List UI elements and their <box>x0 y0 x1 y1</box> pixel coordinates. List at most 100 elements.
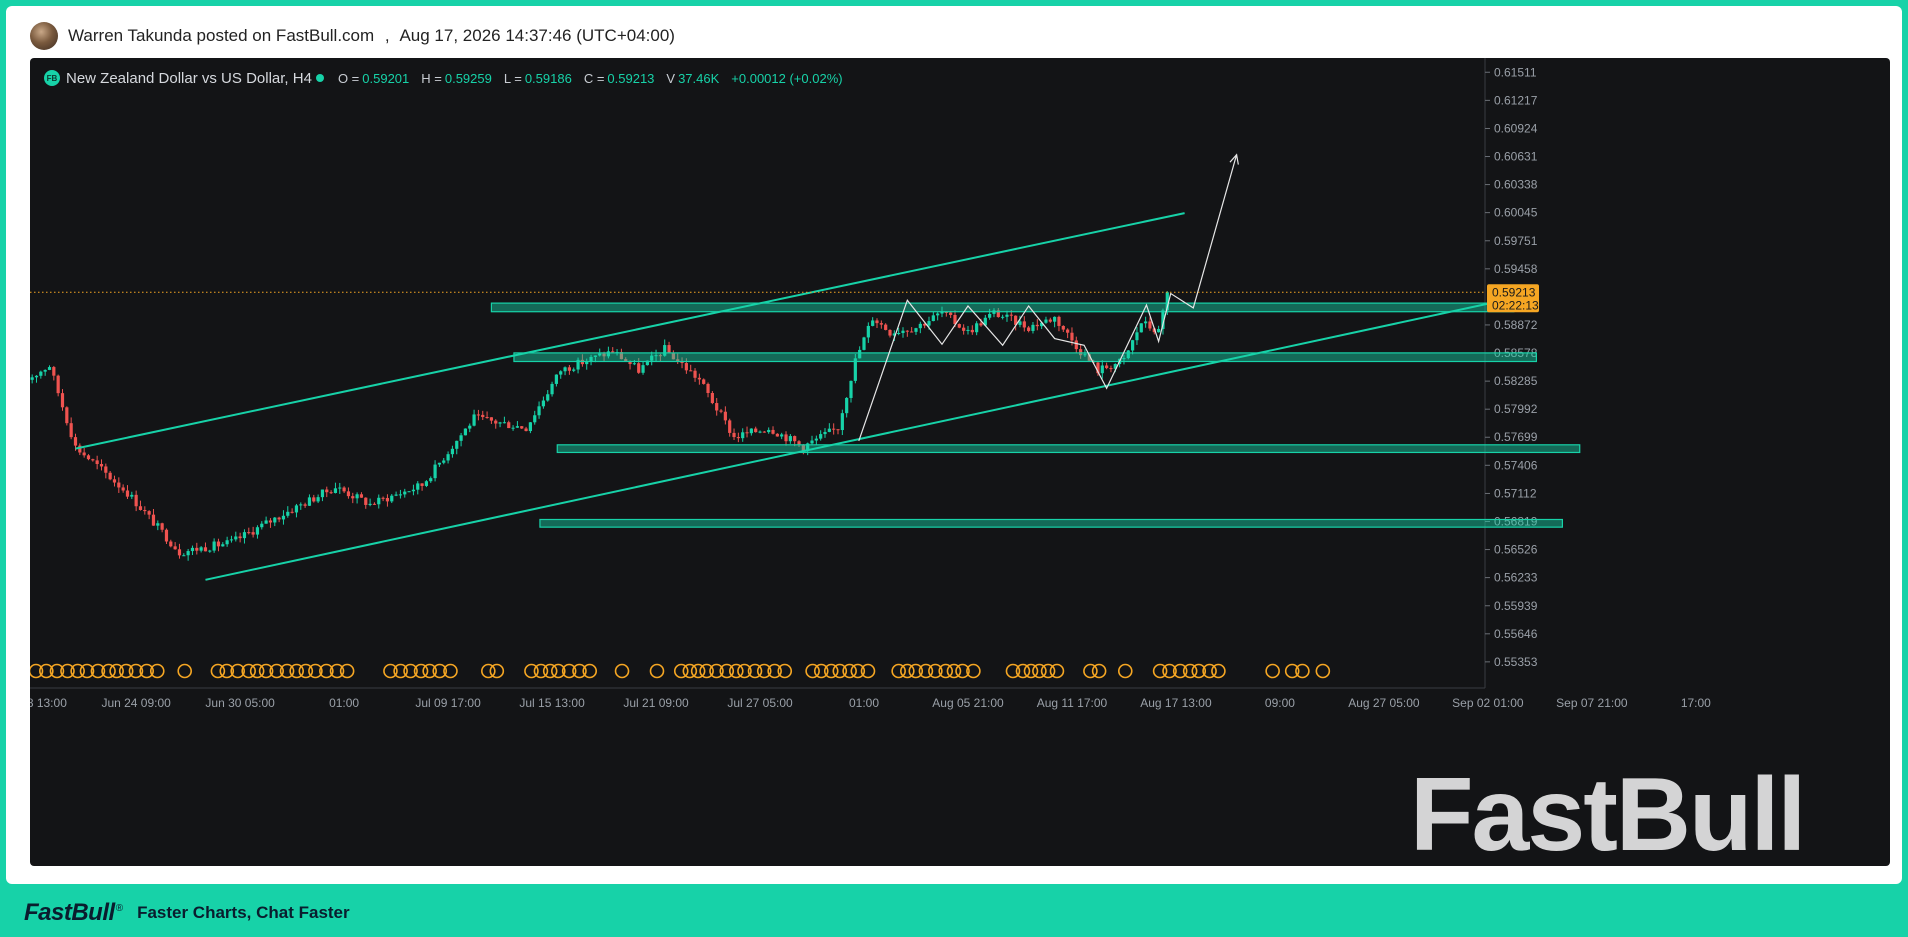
candle-body <box>411 489 416 492</box>
candle-body <box>463 428 468 436</box>
candle-body <box>927 321 931 326</box>
candle-body <box>1131 340 1135 351</box>
event-marker-icon <box>649 663 665 679</box>
candle-body <box>736 437 740 439</box>
candle-body <box>827 428 831 432</box>
candle-body <box>1022 321 1026 328</box>
candle-body <box>433 464 437 479</box>
candle-body <box>767 429 771 433</box>
author-avatar[interactable] <box>30 22 58 50</box>
candle-body <box>1048 319 1052 322</box>
fastbull-badge-icon: FB <box>44 70 60 86</box>
candle-body <box>169 541 173 547</box>
candle-body <box>823 431 827 435</box>
event-marker-icon <box>1265 663 1280 679</box>
candle-body <box>901 330 905 334</box>
candle-body <box>611 351 615 353</box>
candle-body <box>121 487 125 491</box>
candle-body <box>884 324 888 330</box>
candle-body <box>203 547 208 552</box>
candle-body <box>312 497 316 502</box>
footer-brand-logo[interactable]: FastBull <box>24 899 115 927</box>
candle-body <box>918 323 922 329</box>
post-timestamp: Aug 17, 2026 14:37:46 (UTC+04:00) <box>399 26 675 45</box>
candle-body <box>190 547 195 552</box>
candle-body <box>398 494 403 496</box>
posted-on-text: posted on FastBull.com <box>196 26 375 45</box>
candle-body <box>43 369 47 372</box>
price-tick-label: 0.57699 <box>1494 430 1538 444</box>
candle-body <box>442 460 446 463</box>
candle-body <box>377 497 381 505</box>
candle-body <box>277 517 281 520</box>
price-tick-label: 0.57992 <box>1494 402 1538 416</box>
candle-body <box>1144 321 1148 324</box>
candle-body <box>550 383 554 395</box>
event-marker-icon <box>1315 663 1331 679</box>
event-marker-icon <box>177 663 193 679</box>
candle-body <box>988 313 992 318</box>
candle-body <box>567 367 571 371</box>
instrument-name[interactable]: New Zealand Dollar vs US Dollar, H4 <box>66 70 312 87</box>
candle-body <box>446 454 450 461</box>
candle-body <box>221 544 225 547</box>
candle-body <box>47 367 52 370</box>
candle-body <box>242 532 247 539</box>
candle-body <box>979 323 983 326</box>
price-tick-label: 0.60631 <box>1494 150 1538 164</box>
time-tick-label: Jun 30 05:00 <box>205 696 275 710</box>
candle-body <box>125 490 130 497</box>
time-tick-label: Jun 24 09:00 <box>101 696 171 710</box>
candle-body <box>758 431 762 433</box>
candle-body <box>290 511 294 513</box>
candle-body <box>1074 340 1078 350</box>
candle-body <box>866 325 870 338</box>
candle-body <box>875 320 879 324</box>
time-tick-label: 01:00 <box>849 696 879 710</box>
candle-body <box>212 541 216 551</box>
post-header: Warren Takunda posted on FastBull.com , … <box>30 22 675 50</box>
time-tick-label: Aug 17 13:00 <box>1140 696 1212 710</box>
chart-canvas[interactable]: 0.61511 0.61217 0.60924 0.60631 0.60338 0.600… <box>30 58 1890 866</box>
candle-body <box>156 523 160 526</box>
price-chart[interactable]: 0.61511 0.61217 0.60924 0.60631 0.60338 0.600… <box>30 58 1890 866</box>
candle-body <box>741 432 745 439</box>
candle-body <box>286 511 290 516</box>
event-marker-icon <box>1295 663 1310 679</box>
candle-body <box>810 440 814 444</box>
candle-body <box>667 345 671 353</box>
candle-body <box>1035 324 1039 327</box>
event-marker-icon <box>1091 663 1107 679</box>
candle-body <box>476 414 481 416</box>
candle-body <box>195 547 199 551</box>
candle-body <box>1044 319 1048 323</box>
price-tick-label: 0.59751 <box>1494 234 1538 248</box>
price-tick-label: 0.55646 <box>1494 627 1538 641</box>
close-label: C = <box>583 70 605 86</box>
candle-body <box>82 452 86 456</box>
candle-body <box>260 523 264 528</box>
candle-body <box>533 415 537 423</box>
candle-body <box>702 379 706 384</box>
candle-body <box>715 403 719 411</box>
price-tick-label: 0.58285 <box>1494 374 1538 388</box>
candle-body <box>572 369 576 371</box>
volume-label: V <box>666 70 676 86</box>
time-tick-label: Jul 15 13:00 <box>519 696 585 710</box>
candle-body <box>541 400 545 407</box>
candle-body <box>1057 316 1061 326</box>
candle-body <box>234 536 238 540</box>
author-name[interactable]: Warren Takunda <box>68 26 192 45</box>
candle-body <box>407 491 411 493</box>
price-tick-label: 0.58872 <box>1494 318 1538 332</box>
candle-body <box>255 527 260 535</box>
candle-body <box>151 514 156 526</box>
price-tick-label: 0.56233 <box>1494 571 1538 585</box>
candle-body <box>342 487 346 492</box>
candle-body <box>346 491 351 497</box>
support-resistance-zone <box>539 518 1564 528</box>
candle-body <box>268 520 273 523</box>
candle-body <box>247 532 251 534</box>
candle-body <box>316 497 320 502</box>
candle-body <box>199 547 203 551</box>
